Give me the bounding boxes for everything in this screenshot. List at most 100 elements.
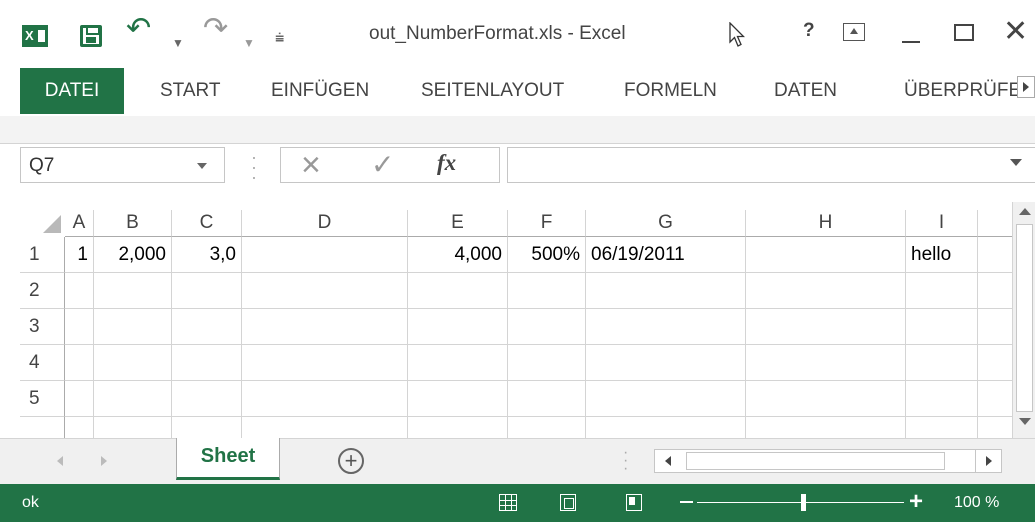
zoom-level[interactable]: 100 % [954, 494, 999, 512]
page-layout-icon[interactable] [560, 494, 576, 511]
redo-dropdown-icon[interactable]: ▼ [243, 30, 255, 56]
ribbon-display-icon[interactable] [843, 23, 865, 41]
column-header-h[interactable]: H [746, 210, 906, 237]
add-sheet-icon[interactable]: + [338, 448, 364, 474]
horizontal-scroll-thumb[interactable] [686, 452, 945, 470]
zoom-out-icon[interactable] [680, 501, 693, 503]
maximize-icon[interactable] [954, 24, 974, 41]
cell-f4[interactable] [508, 345, 586, 381]
cell-b4[interactable] [94, 345, 172, 381]
enter-icon[interactable]: ✓ [371, 148, 394, 181]
cell-f1[interactable]: 500% [508, 237, 586, 273]
sheet-tab-sheet[interactable]: Sheet [176, 438, 280, 480]
cell-j1[interactable] [978, 237, 1012, 273]
column-header-a[interactable]: A [65, 210, 94, 237]
fx-icon[interactable]: fx [437, 150, 456, 176]
zoom-slider-thumb[interactable] [800, 494, 806, 511]
cell-g2[interactable] [586, 273, 746, 309]
row-header-3[interactable]: 3 [20, 309, 65, 345]
cell-d5[interactable] [242, 381, 408, 417]
cell-d3[interactable] [242, 309, 408, 345]
undo-dropdown-icon[interactable]: ▼ [172, 30, 184, 56]
name-box[interactable]: Q7 [20, 147, 225, 183]
help-icon[interactable]: ? [803, 20, 815, 42]
cell-j5[interactable] [978, 381, 1012, 417]
row-header-5[interactable]: 5 [20, 381, 65, 417]
row-header-6[interactable] [20, 417, 65, 438]
select-all-corner[interactable] [20, 210, 65, 237]
save-icon[interactable] [80, 25, 102, 47]
formula-input[interactable] [507, 147, 1035, 183]
cell-c2[interactable] [172, 273, 242, 309]
cell-i2[interactable] [906, 273, 978, 309]
cell-g1[interactable]: 06/19/2011 [586, 237, 746, 273]
tab-datei[interactable]: DATEI [20, 68, 124, 114]
column-header-j[interactable] [978, 210, 1012, 237]
column-header-g[interactable]: G [586, 210, 746, 237]
cell-e1[interactable]: 4,000 [408, 237, 508, 273]
redo-icon[interactable]: ↷ [203, 14, 228, 44]
cancel-icon[interactable]: × [301, 146, 321, 185]
row-header-4[interactable]: 4 [20, 345, 65, 381]
column-header-i[interactable]: I [906, 210, 978, 237]
cell-e4[interactable] [408, 345, 508, 381]
cell-f6[interactable] [508, 417, 586, 438]
page-break-icon[interactable] [626, 494, 642, 511]
tab-formeln[interactable]: FORMELN [624, 68, 717, 114]
chevron-down-icon[interactable] [197, 163, 207, 169]
normal-view-icon[interactable] [499, 494, 517, 511]
cell-g3[interactable] [586, 309, 746, 345]
excel-icon[interactable]: X [22, 25, 48, 47]
vertical-scroll-thumb[interactable] [1016, 224, 1033, 412]
cell-j3[interactable] [978, 309, 1012, 345]
minimize-icon[interactable] [902, 41, 920, 43]
cell-e5[interactable] [408, 381, 508, 417]
cell-c3[interactable] [172, 309, 242, 345]
customize-qat-icon[interactable]: ⩧ [275, 26, 284, 52]
tab-start[interactable]: START [160, 68, 221, 114]
cell-d2[interactable] [242, 273, 408, 309]
cell-a3[interactable] [65, 309, 94, 345]
cell-j4[interactable] [978, 345, 1012, 381]
vertical-scrollbar[interactable] [1012, 202, 1035, 438]
cell-h1[interactable] [746, 237, 906, 273]
tab-scroll-right-icon[interactable] [1017, 76, 1035, 98]
row-header-2[interactable]: 2 [20, 273, 65, 309]
cell-g5[interactable] [586, 381, 746, 417]
column-header-c[interactable]: C [172, 210, 242, 237]
cell-g4[interactable] [586, 345, 746, 381]
tab-ueberpruefen[interactable]: ÜBERPRÜFE [904, 68, 1021, 114]
cell-e2[interactable] [408, 273, 508, 309]
cell-b2[interactable] [94, 273, 172, 309]
row-header-1[interactable]: 1 [20, 237, 65, 273]
cell-a1[interactable]: 1 [65, 237, 94, 273]
zoom-in-icon[interactable]: + [909, 489, 923, 515]
cell-b3[interactable] [94, 309, 172, 345]
cell-i3[interactable] [906, 309, 978, 345]
cell-a2[interactable] [65, 273, 94, 309]
cell-b1[interactable]: 2,000 [94, 237, 172, 273]
cell-d1[interactable] [242, 237, 408, 273]
cell-j2[interactable] [978, 273, 1012, 309]
cell-d4[interactable] [242, 345, 408, 381]
cell-i4[interactable] [906, 345, 978, 381]
column-header-b[interactable]: B [94, 210, 172, 237]
column-header-e[interactable]: E [408, 210, 508, 237]
cell-a4[interactable] [65, 345, 94, 381]
cell-c4[interactable] [172, 345, 242, 381]
tab-seitenlayout[interactable]: SEITENLAYOUT [421, 68, 564, 114]
cell-f3[interactable] [508, 309, 586, 345]
close-icon[interactable]: ✕ [1003, 14, 1028, 50]
cell-c6[interactable] [172, 417, 242, 438]
cell-c1[interactable]: 3,0 [172, 237, 242, 273]
split-grip-icon[interactable]: · · · [623, 445, 628, 477]
cell-d6[interactable] [242, 417, 408, 438]
column-header-d[interactable]: D [242, 210, 408, 237]
undo-icon[interactable]: ↶ [126, 14, 151, 44]
scroll-up-icon[interactable] [1019, 208, 1031, 215]
sheet-prev-icon[interactable] [57, 456, 63, 466]
cell-a5[interactable] [65, 381, 94, 417]
scroll-right-icon[interactable] [975, 449, 1002, 473]
grip-icon[interactable]: · · · [251, 148, 257, 186]
cell-i6[interactable] [906, 417, 978, 438]
